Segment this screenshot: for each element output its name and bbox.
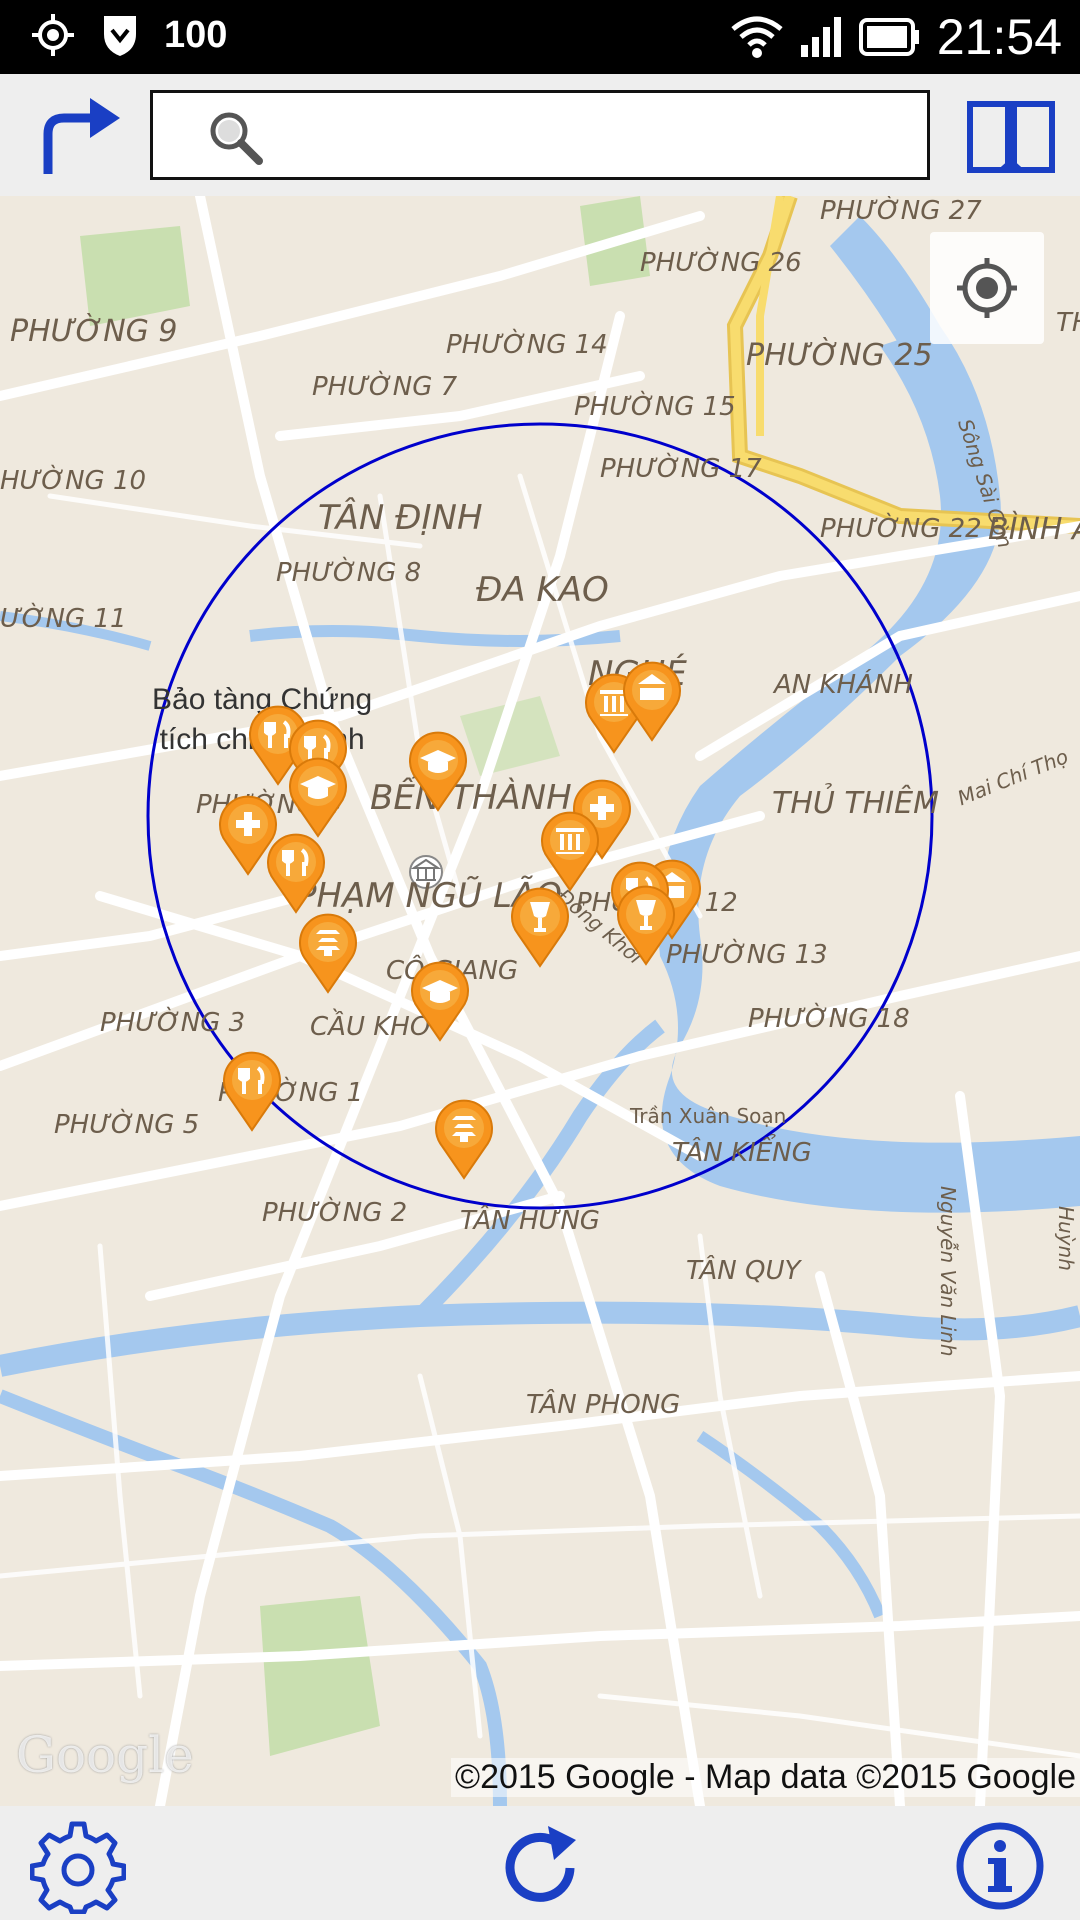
monument-marker-icon[interactable] xyxy=(538,810,602,892)
book-icon[interactable] xyxy=(966,96,1056,176)
google-logo: Google xyxy=(16,1726,194,1784)
school-marker-icon[interactable] xyxy=(406,730,470,812)
bar-marker-icon[interactable] xyxy=(508,886,572,968)
school-marker-icon[interactable] xyxy=(286,756,350,838)
map-copyright: ©2015 Google - Map data ©2015 Google xyxy=(451,1758,1080,1797)
street-label: Nguyễn Văn Linh xyxy=(936,1186,960,1357)
district-label: PHƯỜNG 5 xyxy=(54,1110,200,1140)
district-label: PHƯỜNG 3 xyxy=(100,1008,246,1038)
my-location-button[interactable] xyxy=(930,232,1044,344)
district-label: PHƯỜNG 18 xyxy=(748,1004,910,1034)
status-bar: 100 21:54 xyxy=(0,0,1080,74)
district-label: PHƯỜNG 2 xyxy=(262,1198,408,1228)
map-view[interactable]: PHƯỜNG 27 PHƯỜNG 26 PHƯỜNG 9 PHƯỜNG 14 P… xyxy=(0,196,1080,1806)
district-label: TÂN QUY xyxy=(686,1256,801,1286)
status-right: 21:54 xyxy=(731,8,1062,66)
district-label: PHƯỜNG 7 xyxy=(312,372,458,402)
district-label: PHƯỜNG 25 xyxy=(746,338,933,373)
district-label: TH xyxy=(1056,308,1080,338)
pagoda-marker-icon[interactable] xyxy=(432,1098,496,1180)
crosshair-icon xyxy=(957,258,1017,318)
pagoda-marker-icon[interactable] xyxy=(296,912,360,994)
district-label: PHƯỜNG 17 xyxy=(600,454,762,484)
district-label: PHƯỜNG 9 xyxy=(10,314,178,349)
district-label: PHƯỜNG 27 xyxy=(820,196,982,226)
bottom-toolbar xyxy=(0,1806,1080,1920)
top-toolbar xyxy=(0,74,1080,196)
info-icon[interactable] xyxy=(952,1818,1048,1914)
directions-icon[interactable] xyxy=(34,90,124,180)
district-label: PHƯỜNG 8 xyxy=(276,558,422,588)
battery-icon xyxy=(858,18,919,56)
district-label: TÂN HƯNG xyxy=(460,1206,600,1236)
district-label: THỦ THIÊM xyxy=(772,786,939,821)
battery-percent-text: 100 xyxy=(164,13,228,56)
search-box[interactable] xyxy=(150,90,930,180)
district-label: AN KHÁNH xyxy=(774,670,913,700)
district-label: TÂN ĐỊNH xyxy=(318,498,483,538)
district-label: PHƯỜNG 14 xyxy=(446,330,608,360)
district-label: TÂN PHONG xyxy=(526,1390,681,1420)
district-label: ĐA KAO xyxy=(476,570,609,610)
shield-icon xyxy=(104,16,136,56)
signal-icon xyxy=(800,17,841,57)
district-label: PHƯỜNG 22 xyxy=(820,514,982,544)
district-label: TÂN KIỂNG xyxy=(672,1138,812,1168)
museum-marker-icon[interactable] xyxy=(620,660,684,742)
district-label: PHƯỜNG 15 xyxy=(574,392,736,422)
location-icon xyxy=(32,14,74,56)
clock-text: 21:54 xyxy=(936,9,1062,65)
status-left: 100 xyxy=(30,12,227,58)
wifi-icon xyxy=(731,16,783,58)
school-marker-icon[interactable] xyxy=(408,960,472,1042)
district-label: HƯỜNG 10 xyxy=(0,466,147,496)
street-label: Trần Xuân Soạn xyxy=(630,1104,787,1128)
map-base-tiles xyxy=(0,196,1080,1806)
bar-marker-icon[interactable] xyxy=(614,884,678,966)
search-input[interactable] xyxy=(273,107,913,167)
district-label: ƯỜNG 11 xyxy=(0,604,127,634)
district-label: PHƯỜNG 26 xyxy=(640,248,802,278)
district-label: PHƯỜNG 13 xyxy=(666,940,828,970)
restaurant-marker-icon[interactable] xyxy=(264,832,328,914)
restaurant-marker-icon[interactable] xyxy=(220,1050,284,1132)
refresh-icon[interactable] xyxy=(492,1818,588,1914)
settings-icon[interactable] xyxy=(30,1818,126,1914)
street-label: Huỳnh xyxy=(1054,1206,1078,1271)
search-icon xyxy=(210,112,263,165)
